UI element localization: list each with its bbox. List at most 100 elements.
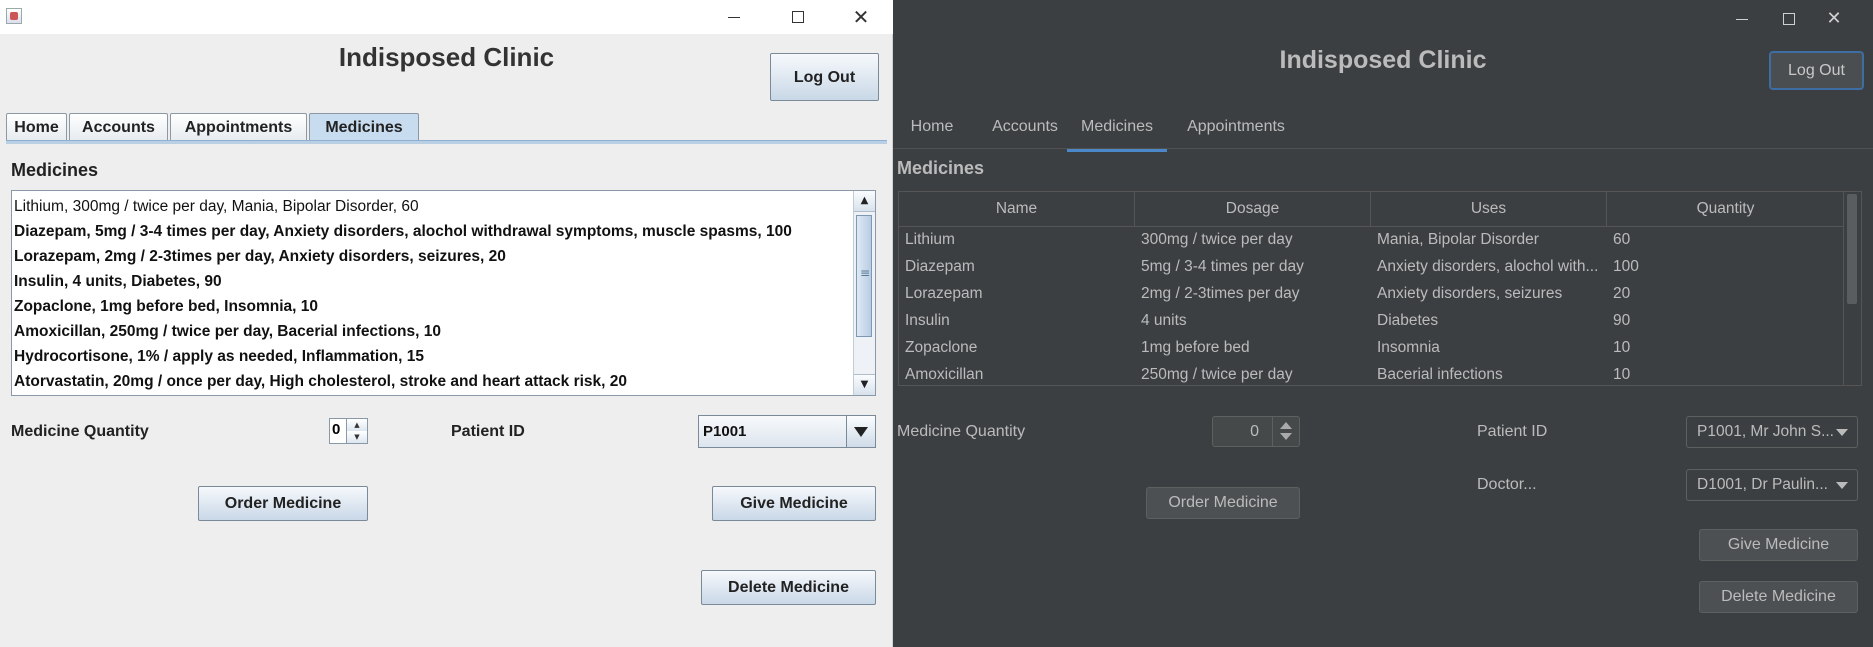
column-header-name[interactable]: Name — [899, 192, 1135, 226]
cell-name: Zopaclone — [905, 339, 978, 356]
cell-quantity: 60 — [1613, 231, 1631, 248]
scroll-down-icon[interactable]: ▼ — [854, 374, 875, 395]
cell-quantity: 90 — [1613, 312, 1631, 329]
medicines-list[interactable]: Lithium, 300mg / twice per day, Mania, B… — [11, 190, 876, 396]
list-item[interactable]: Amoxicillan, 250mg / twice per day, Bace… — [14, 319, 854, 344]
close-icon[interactable]: ✕ — [838, 0, 884, 34]
chevron-down-icon[interactable] — [846, 416, 875, 447]
quantity-value[interactable]: 0 — [332, 421, 340, 438]
cell-name: Lorazepam — [905, 285, 983, 302]
table-row[interactable]: Lorazepam 2mg / 2-3times per day Anxiety… — [899, 280, 1844, 307]
table-row[interactable]: Zopaclone 1mg before bed Insomnia 10 — [899, 334, 1844, 361]
table-header: Name Dosage Uses Quantity — [899, 192, 1844, 227]
cell-dosage: 5mg / 3-4 times per day — [1141, 258, 1304, 275]
cell-uses: Anxiety disorders, seizures — [1377, 285, 1563, 302]
minimize-icon[interactable] — [1719, 0, 1765, 38]
cell-dosage: 4 units — [1141, 312, 1187, 329]
cell-name: Lithium — [905, 231, 955, 248]
tab-accounts[interactable]: Accounts — [980, 115, 1070, 149]
cell-quantity: 100 — [1613, 258, 1639, 275]
quantity-label: Medicine Quantity — [11, 423, 149, 440]
cell-dosage: 2mg / 2-3times per day — [1141, 285, 1300, 302]
tab-appointments[interactable]: Appointments — [170, 113, 307, 141]
table-row[interactable]: Lithium 300mg / twice per day Mania, Bip… — [899, 226, 1844, 253]
maximize-icon[interactable] — [1765, 0, 1811, 38]
tab-underline — [6, 140, 887, 144]
tab-divider — [893, 148, 1873, 149]
patient-label: Patient ID — [451, 423, 525, 440]
give-medicine-button[interactable]: Give Medicine — [712, 486, 876, 521]
cell-dosage: 300mg / twice per day — [1141, 231, 1293, 248]
list-item[interactable]: Zopaclone, 1mg before bed, Insomnia, 10 — [14, 294, 854, 319]
light-window-titlebar: ✕ — [0, 0, 893, 34]
quantity-stepper[interactable]: 0 — [1212, 416, 1300, 447]
logout-button[interactable]: Log Out — [770, 53, 879, 101]
quantity-label: Medicine Quantity — [897, 423, 1026, 440]
scroll-up-icon[interactable]: ▲ — [854, 191, 875, 212]
column-header-quantity[interactable]: Quantity — [1607, 192, 1844, 226]
cell-uses: Anxiety disorders, alochol with... — [1377, 258, 1599, 275]
patient-value: P1001, Mr John S... — [1697, 423, 1834, 440]
doctor-label: Doctor... — [1477, 476, 1537, 493]
close-icon[interactable]: ✕ — [1811, 0, 1857, 38]
table-row[interactable]: Amoxicillan 250mg / twice per day Baceri… — [899, 361, 1844, 385]
minimize-icon[interactable] — [711, 0, 757, 34]
cell-name: Insulin — [905, 312, 950, 329]
column-header-uses[interactable]: Uses — [1371, 192, 1607, 226]
quantity-value[interactable]: 0 — [1250, 417, 1259, 446]
maximize-icon[interactable] — [774, 0, 820, 34]
list-item[interactable]: Lorazepam, 2mg / 2-3times per day, Anxie… — [14, 244, 854, 269]
delete-medicine-button[interactable]: Delete Medicine — [1699, 581, 1858, 613]
cell-uses: Bacerial infections — [1377, 366, 1503, 383]
patient-label: Patient ID — [1477, 423, 1548, 440]
tab-medicines[interactable]: Medicines — [1067, 115, 1167, 152]
scroll-thumb[interactable] — [1847, 194, 1857, 304]
order-medicine-button[interactable]: Order Medicine — [1146, 487, 1300, 519]
table-row[interactable]: Insulin 4 units Diabetes 90 — [899, 307, 1844, 334]
cell-name: Diazepam — [905, 258, 975, 275]
scroll-thumb[interactable] — [856, 215, 872, 337]
tab-appointments[interactable]: Appointments — [1175, 115, 1297, 149]
patient-combo[interactable]: P1001, Mr John S... — [1686, 416, 1858, 448]
cell-uses: Insomnia — [1377, 339, 1440, 356]
cell-quantity: 20 — [1613, 285, 1631, 302]
give-medicine-button[interactable]: Give Medicine — [1699, 529, 1858, 561]
list-item[interactable]: Hydrocortisone, 1% / apply as needed, In… — [14, 344, 854, 369]
light-window: ✕ Indisposed Clinic Log Out Home Account… — [0, 0, 893, 647]
patient-combo[interactable]: P1001 — [698, 415, 876, 448]
cell-dosage: 250mg / twice per day — [1141, 366, 1293, 383]
table-scrollbar[interactable] — [1843, 192, 1861, 385]
list-item[interactable]: Diazepam, 5mg / 3-4 times per day, Anxie… — [14, 219, 854, 244]
cell-quantity: 10 — [1613, 339, 1631, 356]
table-row[interactable]: Diazepam 5mg / 3-4 times per day Anxiety… — [899, 253, 1844, 280]
doctor-value: D1001, Dr Paulin... — [1697, 476, 1828, 493]
list-scrollbar[interactable]: ▲ ▼ — [853, 191, 875, 395]
tab-accounts[interactable]: Accounts — [69, 113, 168, 141]
list-item[interactable]: Atorvastatin, 20mg / once per day, High … — [14, 369, 854, 394]
app-title: Indisposed Clinic — [338, 42, 555, 72]
list-item[interactable]: Insulin, 4 units, Diabetes, 90 — [14, 269, 854, 294]
cell-uses: Diabetes — [1377, 312, 1439, 329]
delete-medicine-button[interactable]: Delete Medicine — [701, 570, 876, 605]
tab-medicines[interactable]: Medicines — [309, 113, 419, 141]
java-app-icon — [6, 8, 22, 24]
app-title: Indisposed Clinic — [1279, 46, 1487, 74]
spinner-arrows-icon[interactable] — [1272, 417, 1299, 446]
tab-home[interactable]: Home — [905, 115, 959, 149]
chevron-down-icon[interactable] — [1836, 429, 1848, 436]
cell-name: Amoxicillan — [905, 366, 984, 383]
cell-uses: Mania, Bipolar Disorder — [1377, 231, 1539, 248]
quantity-stepper[interactable]: 0 ▲ ▼ — [329, 418, 368, 444]
doctor-combo[interactable]: D1001, Dr Paulin... — [1686, 469, 1858, 501]
column-header-dosage[interactable]: Dosage — [1135, 192, 1371, 226]
list-item[interactable]: Lithium, 300mg / twice per day, Mania, B… — [14, 194, 854, 219]
spinner-down-icon[interactable]: ▼ — [346, 431, 367, 443]
cell-dosage: 1mg before bed — [1141, 339, 1250, 356]
chevron-down-icon[interactable] — [1836, 482, 1848, 489]
logout-button[interactable]: Log Out — [1769, 51, 1864, 90]
section-title: Medicines — [11, 160, 99, 180]
tab-home[interactable]: Home — [6, 113, 67, 141]
medicines-table[interactable]: Name Dosage Uses Quantity Lithium 300mg … — [898, 191, 1862, 386]
order-medicine-button[interactable]: Order Medicine — [198, 486, 368, 521]
patient-value: P1001 — [703, 423, 747, 440]
